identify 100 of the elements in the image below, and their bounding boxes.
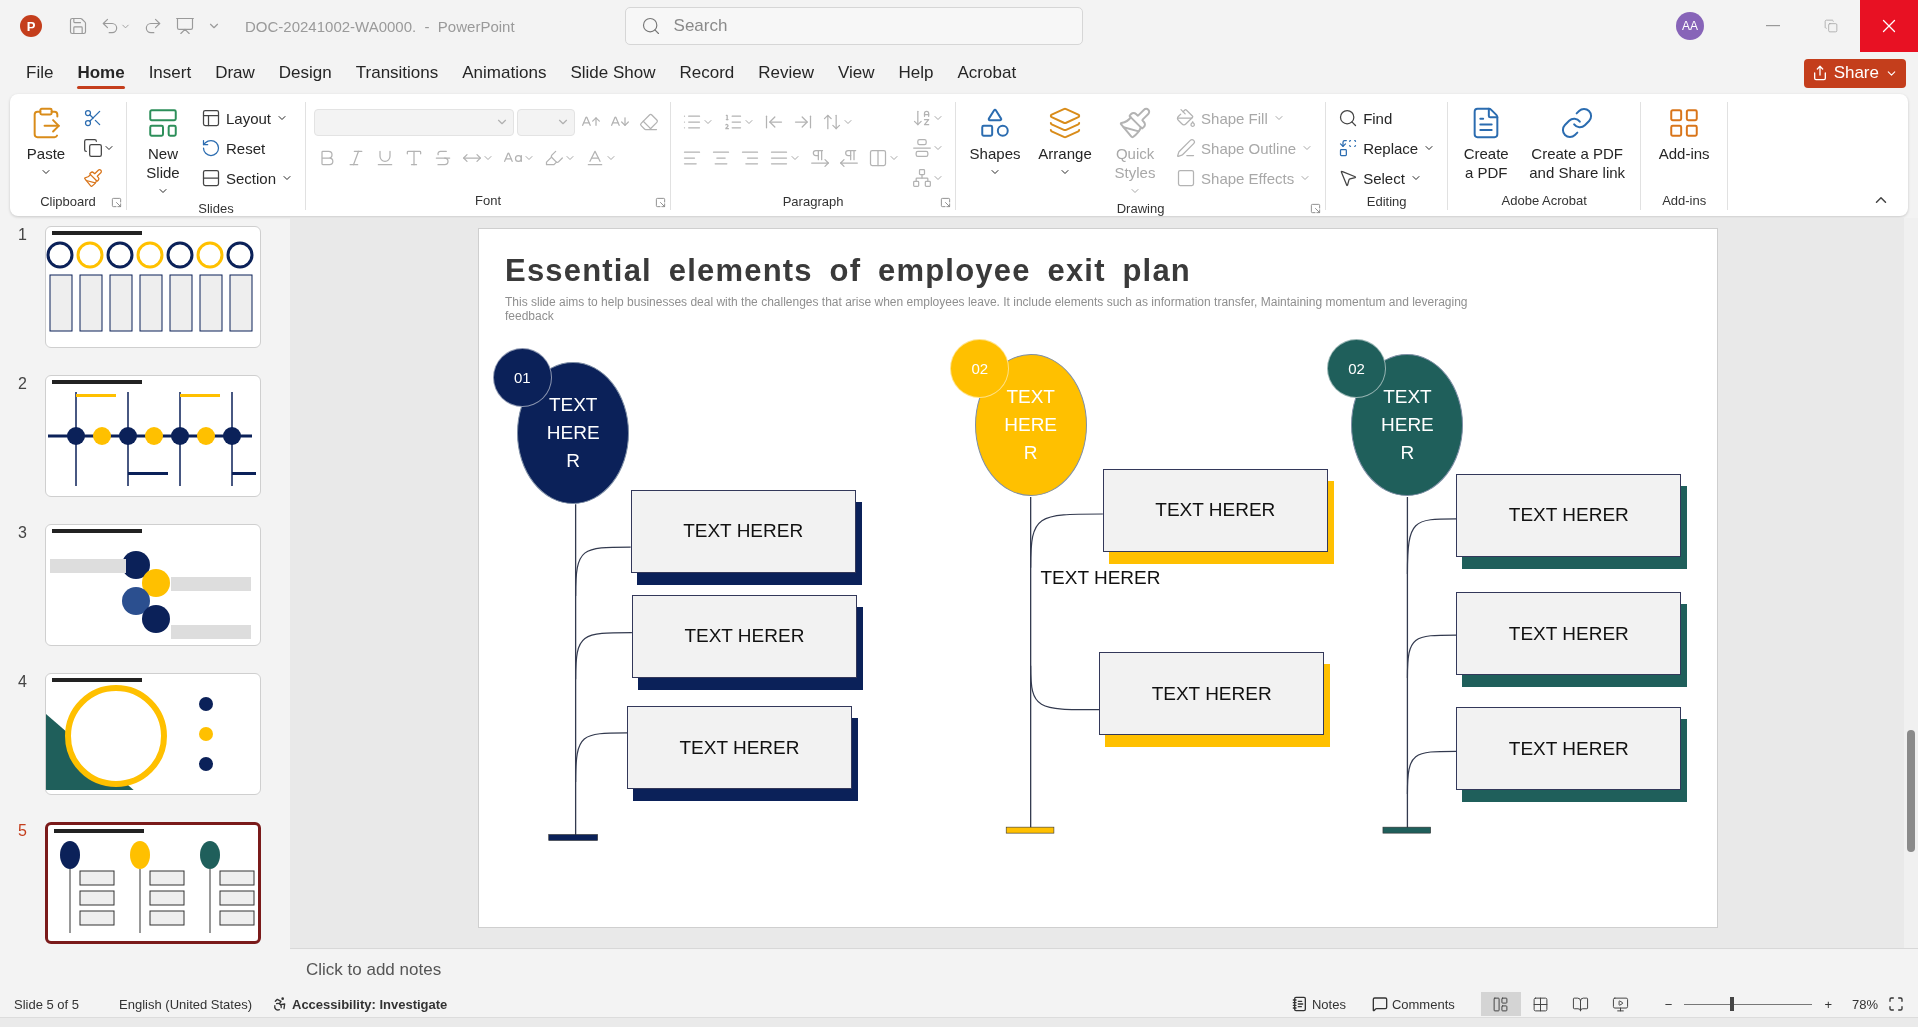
group-label: Adobe Acrobat bbox=[1501, 192, 1587, 208]
find-icon bbox=[1338, 108, 1359, 128]
slide-show-icon bbox=[1612, 995, 1630, 1013]
connector-line bbox=[575, 632, 633, 680]
group-label: Add-ins bbox=[1662, 192, 1707, 208]
reset-icon bbox=[201, 138, 221, 158]
menu-tab[interactable]: Acrobat bbox=[946, 57, 1028, 89]
undo-icon bbox=[100, 16, 120, 36]
app-logo: P bbox=[20, 15, 42, 37]
notes-placeholder: Click to add notes bbox=[306, 960, 442, 980]
dialog-launcher-icon[interactable] bbox=[940, 197, 952, 208]
text-label: TEXT HERER bbox=[1040, 566, 1161, 589]
slide-sorter-icon bbox=[1532, 995, 1550, 1013]
menu-tab[interactable]: Help bbox=[887, 57, 945, 89]
search-field[interactable]: Search bbox=[624, 7, 1083, 45]
section-icon bbox=[201, 168, 221, 188]
minimize-icon bbox=[1766, 25, 1780, 27]
notes-icon bbox=[1291, 996, 1308, 1012]
close-button[interactable] bbox=[1860, 0, 1918, 52]
vertical-scrollbar[interactable] bbox=[1904, 218, 1918, 948]
accessibility-status[interactable]: Accessibility: Investigate bbox=[292, 996, 448, 1012]
restore-icon bbox=[1824, 19, 1838, 33]
create-pdf-button[interactable]: Create a PDF bbox=[1456, 102, 1517, 182]
slide-count: Slide 5 of 5 bbox=[14, 996, 80, 1012]
zoom-percent[interactable]: 78% bbox=[1851, 996, 1878, 1012]
find-button[interactable]: Find bbox=[1334, 104, 1440, 132]
menu-tab[interactable]: File bbox=[15, 57, 65, 89]
create-pdf-share-link-icon bbox=[1560, 106, 1595, 140]
add-ins-button[interactable]: Add-ins bbox=[1649, 102, 1720, 163]
create-pdf-share-link-button[interactable]: Create a PDF and Share link bbox=[1522, 102, 1633, 182]
menu-tab[interactable]: Record bbox=[668, 57, 746, 89]
menu-tab[interactable]: Review bbox=[747, 57, 825, 89]
select-button[interactable]: Select bbox=[1334, 164, 1440, 192]
align-text-icon bbox=[912, 138, 933, 158]
connector-line bbox=[1030, 665, 1100, 711]
reset-button[interactable]: Reset bbox=[197, 134, 298, 162]
smartart-icon bbox=[912, 168, 933, 188]
slide-title: Essential elements of employee exit plan bbox=[505, 252, 1192, 290]
format-painter-icon bbox=[83, 168, 103, 188]
slide-number: 1 bbox=[17, 226, 28, 244]
highlight-icon bbox=[544, 148, 565, 168]
connector-line bbox=[1406, 750, 1457, 795]
menu-tab[interactable]: Transitions bbox=[344, 57, 450, 89]
new-slide-button[interactable]: New Slide bbox=[135, 102, 191, 201]
dialog-launcher-icon[interactable] bbox=[655, 197, 667, 208]
slide-number: 5 bbox=[17, 822, 28, 840]
connector-line bbox=[575, 546, 632, 597]
connector-line bbox=[1406, 634, 1457, 679]
normal-view-icon bbox=[1492, 995, 1510, 1013]
search-icon bbox=[640, 16, 661, 36]
zoom-out-button[interactable]: − bbox=[1658, 994, 1679, 1014]
copy-icon bbox=[83, 138, 103, 158]
share-icon bbox=[1811, 65, 1828, 81]
comment-icon bbox=[1371, 996, 1388, 1012]
replace-icon bbox=[1338, 138, 1359, 158]
dialog-launcher-icon[interactable] bbox=[111, 197, 122, 208]
numbering-icon bbox=[723, 112, 744, 132]
quick-styles-icon bbox=[1118, 106, 1153, 140]
zoom-in-button[interactable]: + bbox=[1818, 994, 1838, 1014]
menu-tab[interactable]: Draw bbox=[204, 57, 266, 89]
section-button[interactable]: Section bbox=[197, 164, 298, 192]
save-icon bbox=[68, 16, 88, 36]
paste-button[interactable]: Paste bbox=[18, 102, 74, 182]
menu-tab[interactable]: Home bbox=[66, 57, 136, 89]
arrange-button[interactable]: Arrange bbox=[1032, 102, 1099, 182]
share-button[interactable]: Share bbox=[1803, 58, 1906, 88]
menu-tab[interactable]: View bbox=[827, 57, 886, 89]
shape-effects-icon bbox=[1176, 168, 1197, 188]
accessibility-icon bbox=[272, 996, 288, 1012]
notes-button[interactable]: Notes bbox=[1285, 994, 1352, 1014]
clear-formatting-icon bbox=[639, 112, 660, 132]
columns-icon bbox=[868, 148, 889, 168]
group-label: Font bbox=[475, 192, 502, 208]
redo-icon bbox=[143, 16, 163, 36]
shape-outline-icon bbox=[1176, 138, 1197, 158]
account-avatar[interactable]: AA bbox=[1676, 12, 1704, 40]
group-label: Clipboard bbox=[40, 193, 96, 209]
group-label: Editing bbox=[1366, 193, 1407, 209]
menu-tab[interactable]: Animations bbox=[451, 57, 558, 89]
menu-tab[interactable]: Insert bbox=[137, 57, 203, 89]
menu-tab[interactable]: Design bbox=[267, 57, 343, 89]
layout-icon bbox=[201, 108, 221, 128]
cut-icon bbox=[83, 108, 103, 128]
group-label: Paragraph bbox=[782, 193, 844, 209]
fit-to-window-icon[interactable] bbox=[1888, 996, 1904, 1012]
arrange-icon bbox=[1048, 106, 1083, 140]
layout-button[interactable]: Layout bbox=[197, 104, 298, 132]
slide-number: 3 bbox=[17, 524, 28, 542]
reading-view-icon bbox=[1572, 995, 1590, 1013]
dialog-launcher-icon[interactable] bbox=[1310, 203, 1322, 214]
normal-view-button[interactable] bbox=[1480, 992, 1521, 1016]
comments-button[interactable]: Comments bbox=[1365, 994, 1461, 1014]
group-label: Drawing bbox=[1116, 201, 1165, 216]
zoom-slider-thumb[interactable] bbox=[1729, 997, 1734, 1011]
group-label: Slides bbox=[198, 201, 234, 216]
connector-line bbox=[575, 732, 628, 783]
presentation-icon bbox=[175, 16, 195, 36]
shapes-button[interactable]: Shapes bbox=[964, 102, 1027, 182]
menu-tab[interactable]: Slide Show bbox=[559, 57, 667, 89]
replace-button[interactable]: Replace bbox=[1334, 134, 1440, 162]
